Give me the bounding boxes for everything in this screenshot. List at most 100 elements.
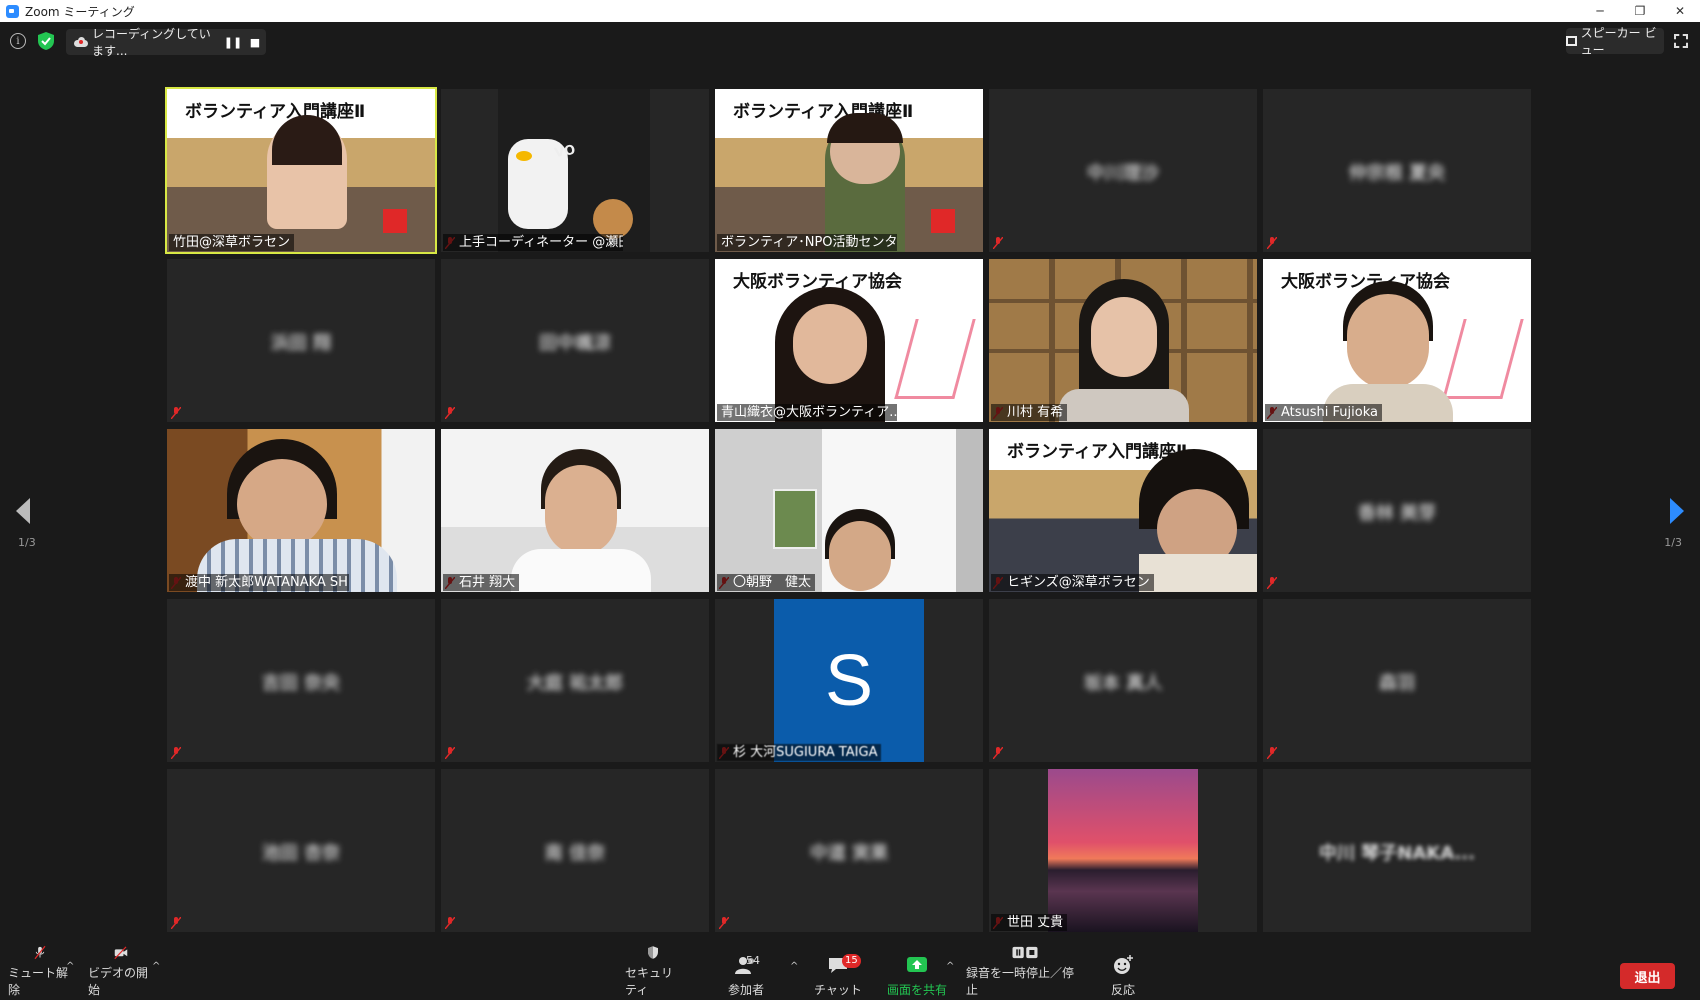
participant-tile[interactable]: 大阪ボランティア協会 青山織衣@大阪ボランティア... <box>715 259 983 422</box>
participant-tile[interactable]: 渡中 新太郎WATANAKA SHI... <box>167 429 435 592</box>
muted-mic-icon <box>171 917 181 929</box>
participant-display-name: 池田 杏奈 <box>261 843 341 864</box>
participant-display-name: 中川 琴子NAKA... <box>1319 843 1475 864</box>
muted-mic-icon <box>445 747 455 759</box>
leave-meeting-button[interactable]: 退出 <box>1620 963 1675 989</box>
stop-recording-button[interactable]: ■ <box>244 36 266 49</box>
unmute-label: ミュート解除 <box>8 966 69 997</box>
start-video-button[interactable]: ビデオの開始 <box>88 945 154 1000</box>
encryption-shield-icon[interactable] <box>38 32 54 50</box>
window-title: Zoom ミーティング <box>25 4 135 19</box>
participant-tile[interactable]: 仲宗根 夏央 <box>1263 89 1531 252</box>
muted-mic-icon <box>993 747 1003 759</box>
reactions-button[interactable]: 反応 <box>1100 945 1146 1000</box>
participant-display-name: 中川理沙 <box>1087 163 1159 184</box>
pause-recording-button[interactable]: ❚❚ <box>222 36 244 49</box>
participant-tile[interactable]: ボランティア入門講座Ⅱ ヒギンズ@深草ボラセン <box>989 429 1257 592</box>
avatar-letter: S <box>824 640 874 721</box>
participant-name: 杉 大河SUGIURA TAIGA <box>717 744 882 761</box>
participant-tile[interactable]: 坂本 真人 <box>989 599 1257 762</box>
participant-name: 〇朝野 健太 <box>717 574 816 591</box>
participant-tile[interactable]: 吉田 奈央 <box>167 599 435 762</box>
participant-display-name: 大庭 祐太郎 <box>526 673 624 694</box>
next-page-arrow[interactable] <box>1670 498 1684 524</box>
restore-icon[interactable]: ❐ <box>1620 0 1660 22</box>
grid-icon <box>1566 36 1577 46</box>
gallery-view: ボランティア入門講座Ⅱ 竹田@深草ボラセン VO 上手コーディネーター @瀬田 … <box>165 87 1537 935</box>
participant-tile[interactable]: 森羽 <box>1263 599 1531 762</box>
avatar: S <box>774 599 924 762</box>
fullscreen-icon[interactable] <box>1674 34 1688 48</box>
participant-tile[interactable]: 〇朝野 健太 <box>715 429 983 592</box>
participant-tile[interactable]: VO 上手コーディネーター @瀬田 <box>441 89 709 252</box>
participant-name: 渡中 新太郎WATANAKA SHI... <box>169 574 349 591</box>
participant-tile[interactable]: 川村 有希 <box>989 259 1257 422</box>
video-feed: VO <box>498 89 650 252</box>
participant-tile[interactable]: 中道 実果 <box>715 769 983 932</box>
participant-display-name: 田中颯涼 <box>539 333 611 354</box>
participant-tile[interactable]: ボランティア入門講座Ⅱ ボランティア･NPO活動センター ... <box>715 89 983 252</box>
participant-name: 竹田@深草ボラセン <box>169 234 295 251</box>
video-off-icon <box>114 946 128 960</box>
audio-options-caret[interactable]: ^ <box>66 961 74 972</box>
share-screen-button[interactable]: 画面を共有 <box>886 945 948 1000</box>
pause-recording-label: 録音を一時停止／停止 <box>966 966 1075 997</box>
participant-display-name: 森羽 <box>1379 673 1415 694</box>
participant-tile[interactable]: 大庭 祐太郎 <box>441 599 709 762</box>
reactions-label: 反応 <box>1110 983 1135 997</box>
participant-display-name: 香林 美芽 <box>1357 503 1437 524</box>
close-icon[interactable]: ✕ <box>1660 0 1700 22</box>
participant-tile[interactable]: 石井 翔大 <box>441 429 709 592</box>
muted-mic-icon <box>719 917 729 929</box>
participant-tile[interactable]: 世田 丈貴 <box>989 769 1257 932</box>
meeting-toolbar: ミュート解除 ^ ビデオの開始 ^ セキュリティ 54 参加者 ^ 15 チャッ… <box>0 945 1700 1000</box>
reaction-smiley-icon <box>1114 955 1133 974</box>
speaker-view-button[interactable]: スピーカー ビュー <box>1566 26 1664 57</box>
participant-tile[interactable]: 浜田 翔 <box>167 259 435 422</box>
share-options-caret[interactable]: ^ <box>946 961 954 972</box>
participant-tile[interactable]: 大阪ボランティア協会 Atsushi Fujioka <box>1263 259 1531 422</box>
participant-name: 青山織衣@大阪ボランティア... <box>717 404 897 421</box>
page-indicator-left: 1/3 <box>18 536 36 549</box>
video-label: ビデオの開始 <box>88 966 149 997</box>
profile-photo <box>1048 769 1198 932</box>
security-shield-icon <box>648 946 658 959</box>
meeting-top-bar: i レコーディングしています... ❚❚ ■ スピーカー ビュー <box>0 22 1700 62</box>
participant-tile[interactable]: 中川 琴子NAKA... <box>1263 769 1531 932</box>
muted-mic-icon <box>1267 237 1277 249</box>
page-indicator-right: 1/3 <box>1664 536 1682 549</box>
participants-options-caret[interactable]: ^ <box>790 961 798 972</box>
participant-tile[interactable]: 中川理沙 <box>989 89 1257 252</box>
participant-tile[interactable]: 南 佳奈 <box>441 769 709 932</box>
speaker-view-label: スピーカー ビュー <box>1580 26 1657 57</box>
minimize-icon[interactable]: ─ <box>1580 0 1620 22</box>
previous-page-arrow[interactable] <box>16 498 30 524</box>
chat-button[interactable]: 15 チャット <box>812 945 864 1000</box>
participant-tile[interactable]: 田中颯涼 <box>441 259 709 422</box>
participants-button[interactable]: 54 参加者 <box>720 945 772 1000</box>
participant-tile[interactable]: 池田 杏奈 <box>167 769 435 932</box>
recording-indicator: レコーディングしています... ❚❚ ■ <box>66 27 266 58</box>
participant-display-name: 中道 実果 <box>809 843 889 864</box>
cloud-recording-icon <box>74 37 88 47</box>
participant-tile[interactable]: 香林 美芽 <box>1263 429 1531 592</box>
muted-mic-icon <box>445 917 455 929</box>
meeting-info-icon[interactable]: i <box>10 33 26 49</box>
unmute-button[interactable]: ミュート解除 <box>8 945 72 1000</box>
chat-unread-badge: 15 <box>842 954 861 968</box>
security-button[interactable]: セキュリティ <box>625 945 681 1000</box>
security-label: セキュリティ <box>625 966 674 997</box>
chat-label: チャット <box>814 983 862 997</box>
participant-name: 石井 翔大 <box>443 574 520 591</box>
participant-tile[interactable]: ボランティア入門講座Ⅱ 竹田@深草ボラセン <box>165 87 437 254</box>
title-bar: Zoom ミーティング ─ ❐ ✕ <box>0 0 1700 22</box>
video-options-caret[interactable]: ^ <box>152 961 160 972</box>
muted-microphone-icon <box>34 945 46 960</box>
recording-status-text: レコーディングしています... <box>92 27 211 58</box>
participant-name: 世田 丈貴 <box>991 914 1068 931</box>
pause-stop-recording-button[interactable]: 録音を一時停止／停止 <box>966 945 1084 1000</box>
participant-tile[interactable]: S 杉 大河SUGIURA TAIGA <box>715 599 983 762</box>
participants-label: 参加者 <box>727 983 764 997</box>
participant-display-name: 仲宗根 夏央 <box>1348 163 1446 184</box>
virtual-background-title: ボランティア入門講座Ⅱ <box>1007 442 1188 462</box>
